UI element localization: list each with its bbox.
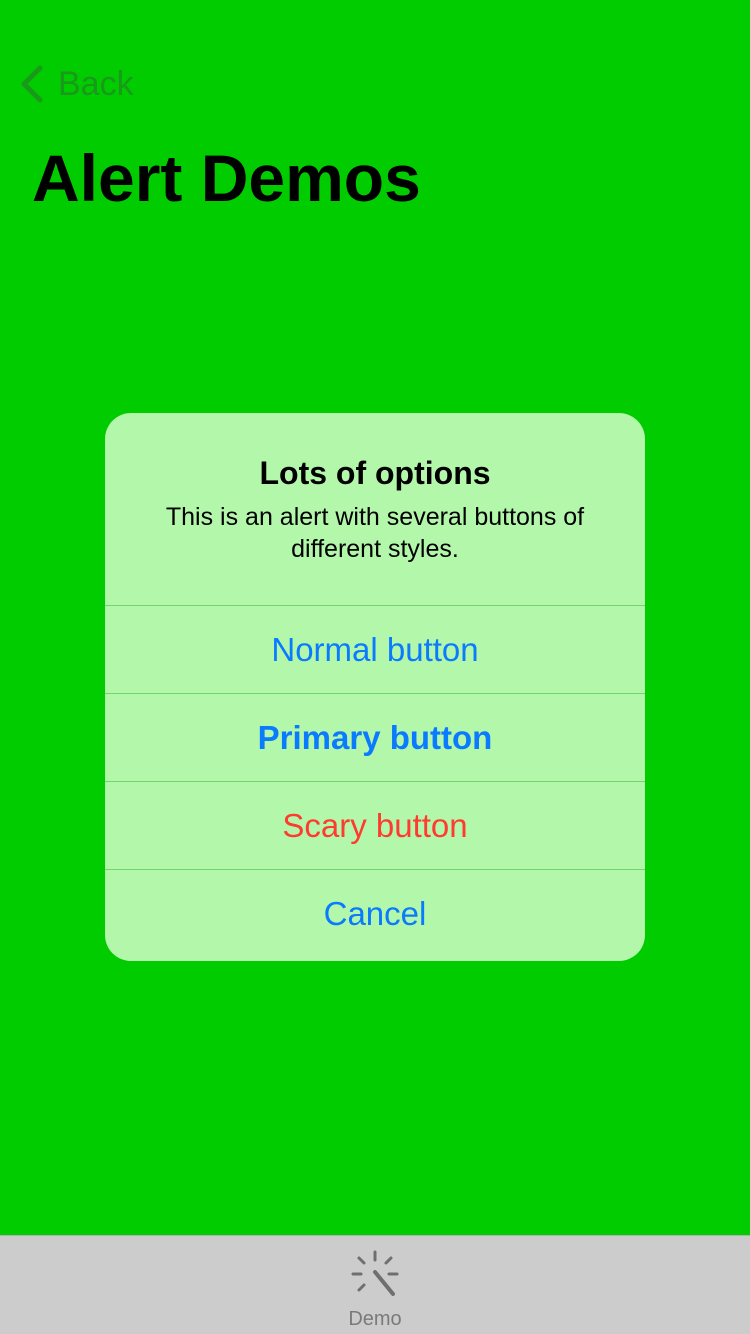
tab-demo[interactable]: Demo [325, 1236, 425, 1334]
alert-title: Lots of options [259, 455, 491, 491]
alert-message: This is an alert with several buttons of… [165, 503, 585, 563]
normal-button[interactable]: Normal button [105, 605, 645, 693]
back-button-label: Back [58, 65, 134, 103]
magic-wand-icon [351, 1250, 399, 1296]
scary-button[interactable]: Scary button [105, 781, 645, 869]
primary-button[interactable]: Primary button [105, 693, 645, 781]
back-button[interactable]: Back [16, 60, 134, 108]
cancel-button[interactable]: Cancel [105, 869, 645, 957]
tab-demo-label: Demo [348, 1308, 402, 1330]
tab-bar: Demo [0, 1235, 750, 1334]
page-title: Alert Demos [32, 141, 421, 215]
chevron-left-icon [21, 65, 43, 103]
alert-dialog: Lots of options This is an alert with se… [105, 413, 645, 961]
alert-header: Lots of options This is an alert with se… [105, 413, 645, 605]
